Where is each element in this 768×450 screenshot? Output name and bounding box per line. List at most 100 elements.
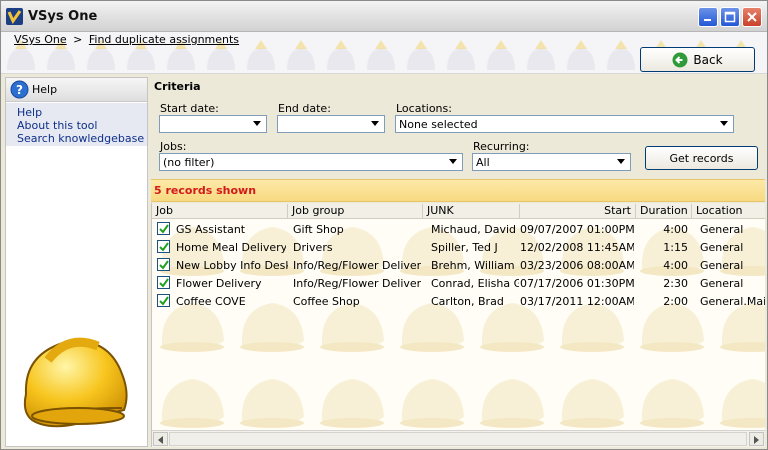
cell-start: 12/02/2008 11:45AM (520, 241, 634, 254)
back-button[interactable]: Back (640, 47, 755, 72)
row-checkbox[interactable] (157, 240, 170, 253)
criteria-panel: Criteria Start date: End date: Locations… (151, 75, 765, 179)
recurring-select[interactable]: All (472, 153, 631, 171)
locations-select[interactable]: None selected (395, 115, 734, 133)
scroll-left-icon[interactable] (153, 432, 168, 446)
chevron-down-icon[interactable] (250, 117, 265, 131)
criteria-title: Criteria (154, 80, 201, 93)
grid-header: Job Job group JUNK Start Duration Locati… (152, 203, 765, 219)
horizontal-scrollbar[interactable] (152, 430, 765, 447)
help-links: Help About this tool Search knowledgebas… (6, 103, 147, 146)
cell-location: General (700, 277, 744, 290)
cell-junk: Michaud, David J (431, 223, 519, 236)
cell-duration: 4:00 (663, 259, 688, 272)
help-question-icon: ? (10, 80, 29, 99)
cell-duration: 4:00 (663, 223, 688, 236)
table-row[interactable]: Home Meal Delivery Drivers Spiller, Ted … (152, 238, 765, 256)
cell-junk: Conrad, Elisha G (431, 277, 519, 290)
cell-job: Home Meal Delivery (176, 241, 286, 254)
column-header-job[interactable]: Job (152, 204, 288, 218)
cell-duration: 2:00 (663, 295, 688, 308)
title-bar: VSys One (1, 1, 767, 32)
maximize-button[interactable] (720, 7, 740, 27)
chevron-down-icon[interactable] (717, 117, 732, 131)
back-button-label: Back (693, 52, 723, 67)
row-checkbox[interactable] (157, 258, 170, 271)
breadcrumb-separator: > (73, 33, 83, 46)
breadcrumb-current-link[interactable]: Find duplicate assignments (89, 33, 239, 46)
cell-job-group: Drivers (293, 241, 333, 254)
cell-start: 03/17/2011 12:00AM (520, 295, 634, 308)
help-panel-header[interactable]: ? Help (6, 78, 147, 102)
locations-value: None selected (399, 118, 478, 131)
recurring-label: Recurring: (473, 140, 530, 153)
table-row[interactable]: New Lobby Info Desk Info/Reg/Flower Deli… (152, 256, 765, 274)
jobs-value: (no filter) (163, 156, 215, 169)
cell-duration: 1:15 (663, 241, 688, 254)
cell-location: General (700, 223, 744, 236)
cell-location: General (700, 259, 744, 272)
back-arrow-icon (672, 52, 688, 67)
cell-job-group: Info/Reg/Flower Delivery (293, 259, 421, 272)
cell-junk: Spiller, Ted J (431, 241, 498, 254)
cell-job: GS Assistant (176, 223, 246, 236)
window-title: VSys One (28, 9, 98, 24)
cell-start: 09/07/2007 01:00PM (520, 223, 634, 236)
row-checkbox[interactable] (157, 294, 170, 307)
records-count-text: 5 records shown (154, 184, 257, 197)
svg-text:?: ? (16, 83, 23, 97)
column-header-job-group[interactable]: Job group (288, 204, 423, 218)
header-banner: VSys One > Find duplicate assignments Ba… (1, 32, 767, 74)
start-date-picker[interactable] (159, 115, 267, 133)
jobs-label: Jobs: (160, 140, 187, 153)
cell-job-group: Info/Reg/Flower Delivery (293, 277, 421, 290)
row-checkbox[interactable] (157, 222, 170, 235)
breadcrumb: VSys One > Find duplicate assignments (14, 33, 239, 46)
end-date-label: End date: (278, 102, 331, 115)
chevron-down-icon[interactable] (614, 155, 629, 169)
help-link[interactable]: Help (17, 106, 147, 119)
locations-label: Locations: (396, 102, 452, 115)
recurring-value: All (476, 156, 490, 169)
app-window: VSys One VSys One > Find duplicate assig… (0, 0, 768, 450)
about-tool-link[interactable]: About this tool (17, 119, 147, 132)
breadcrumb-root-link[interactable]: VSys One (14, 33, 67, 46)
column-header-junk[interactable]: JUNK (423, 204, 520, 218)
jobs-select[interactable]: (no filter) (159, 153, 463, 171)
cell-junk: Carlton, Brad (431, 295, 504, 308)
end-date-picker[interactable] (277, 115, 385, 133)
scroll-right-icon[interactable] (749, 432, 764, 446)
cell-job: New Lobby Info Desk (176, 259, 288, 272)
app-logo-icon (6, 8, 23, 25)
start-date-label: Start date: (160, 102, 219, 115)
cell-job-group: Gift Shop (293, 223, 344, 236)
cell-job: Flower Delivery (176, 277, 262, 290)
minimize-button[interactable] (698, 7, 718, 27)
get-records-button[interactable]: Get records (645, 146, 758, 170)
close-button[interactable] (742, 7, 762, 27)
chevron-down-icon[interactable] (446, 155, 461, 169)
column-header-location[interactable]: Location (692, 204, 765, 218)
chevron-down-icon[interactable] (368, 117, 383, 131)
help-panel-title: Help (32, 83, 58, 96)
table-row[interactable]: Flower Delivery Info/Reg/Flower Delivery… (152, 274, 765, 292)
help-sidebar: ? Help Help About this tool Search knowl… (5, 77, 148, 447)
cell-start: 07/17/2006 01:30PM (520, 277, 634, 290)
records-status-bar: 5 records shown (151, 179, 765, 202)
cell-duration: 2:30 (663, 277, 688, 290)
cell-start: 03/23/2006 08:00AM (520, 259, 634, 272)
scrollbar-thumb[interactable] (169, 432, 747, 446)
records-grid: Job Job group JUNK Start Duration Locati… (151, 203, 765, 447)
table-row[interactable]: Coffee COVE Coffee Shop Carlton, Brad 03… (152, 292, 765, 310)
row-checkbox[interactable] (157, 276, 170, 289)
hardhat-icon (23, 337, 128, 428)
cell-location: General (700, 241, 744, 254)
cell-location: General.Main (700, 295, 765, 308)
column-header-duration[interactable]: Duration (636, 204, 692, 218)
cell-job-group: Coffee Shop (293, 295, 360, 308)
column-header-start[interactable]: Start (520, 204, 636, 218)
table-row[interactable]: GS Assistant Gift Shop Michaud, David J … (152, 220, 765, 238)
cell-junk: Brehm, William B (431, 259, 519, 272)
search-knowledgebase-link[interactable]: Search knowledgebase (17, 132, 147, 145)
cell-job: Coffee COVE (176, 295, 246, 308)
